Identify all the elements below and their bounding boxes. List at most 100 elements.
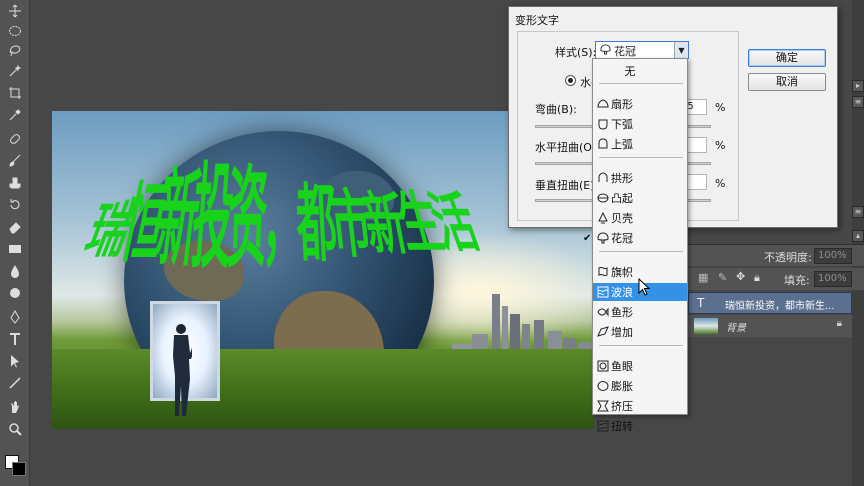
blur-tool-icon[interactable] xyxy=(5,262,25,280)
style-option-bulge[interactable]: 凸起 xyxy=(593,189,687,207)
squeeze-icon xyxy=(597,400,609,412)
cancel-button[interactable]: 取消 xyxy=(748,73,826,91)
grass-field xyxy=(52,349,594,429)
crop-tool-icon[interactable] xyxy=(5,84,25,102)
brush-tool-icon[interactable] xyxy=(5,152,25,170)
style-option-label: 旗帜 xyxy=(611,266,633,279)
dodge-tool-icon[interactable] xyxy=(5,284,25,302)
hand-tool-icon[interactable] xyxy=(5,398,25,416)
style-select[interactable]: 花冠 ▼ xyxy=(595,41,689,59)
stamp-tool-icon[interactable] xyxy=(5,174,25,192)
lock-brush-icon[interactable]: ✎ xyxy=(718,271,727,284)
fish-icon xyxy=(597,306,609,318)
panel-menu-icon[interactable]: ≡ xyxy=(852,206,864,218)
style-option-label: 贝壳 xyxy=(611,212,633,225)
horizontal-radio[interactable] xyxy=(565,75,576,86)
path-select-icon[interactable] xyxy=(5,352,25,370)
style-option-rise[interactable]: 增加 xyxy=(593,323,687,341)
panel-scroll-icon[interactable]: ▴ xyxy=(852,230,864,242)
history-brush-icon[interactable] xyxy=(5,196,25,214)
flag-crown-icon xyxy=(597,232,609,244)
panel-dock-strip xyxy=(852,0,864,486)
twist-icon xyxy=(597,420,609,432)
style-select-value: 花冠 xyxy=(614,45,636,58)
style-option-label: 无 xyxy=(624,65,636,78)
move-tool-icon[interactable] xyxy=(5,2,25,20)
lasso-tool-icon[interactable] xyxy=(5,42,25,60)
gradient-tool-icon[interactable] xyxy=(5,240,25,258)
layer-lock-icon: 🔒︎ xyxy=(836,318,842,329)
flag-icon xyxy=(597,266,609,278)
layers-lock-row: ▦ ✎ ✥ 🔒︎ 填充: 100% xyxy=(688,268,864,290)
style-dropdown-list: 无 扇形下弧上弧拱形凸起贝壳 ✔ 花冠旗帜波浪鱼形增加鱼眼膨胀挤压扭转 xyxy=(583,58,688,433)
style-option-twist[interactable]: 扭转 xyxy=(593,417,687,435)
lock-pixels-icon[interactable]: ▦ xyxy=(698,271,708,284)
tools-panel xyxy=(0,0,30,486)
zoom-tool-icon[interactable] xyxy=(5,420,25,438)
style-label: 样式(S): xyxy=(555,46,597,59)
style-option-upper-arc[interactable]: 上弧 xyxy=(593,135,687,153)
style-option-label: 波浪 xyxy=(611,286,633,299)
lock-position-icon[interactable]: ✥ xyxy=(736,270,745,283)
magic-wand-icon[interactable] xyxy=(5,62,25,80)
expand-icon[interactable]: ≡ xyxy=(852,96,864,108)
vertical-distortion-percent: % xyxy=(715,177,726,190)
style-option-squeeze[interactable]: 挤压 xyxy=(593,397,687,415)
radio-dot xyxy=(568,78,573,83)
ok-button[interactable]: 确定 xyxy=(748,49,826,67)
style-option-fish[interactable]: 鱼形 xyxy=(593,303,687,321)
style-option-shell[interactable]: 贝壳 xyxy=(593,209,687,227)
upper-arc-icon xyxy=(597,138,609,150)
pen-tool-icon[interactable] xyxy=(5,308,25,326)
opacity-label: 不透明度: xyxy=(764,251,812,264)
dropdown-separator xyxy=(599,157,683,158)
mouse-pointer-icon xyxy=(638,278,650,296)
chevron-down-icon[interactable]: ▼ xyxy=(674,42,688,58)
dialog-title: 变形文字 xyxy=(515,14,559,27)
dropdown-separator xyxy=(599,345,683,346)
style-option-arch[interactable]: 拱形 xyxy=(593,169,687,187)
bend-percent: % xyxy=(715,101,726,114)
style-option-label: 扇形 xyxy=(611,98,633,111)
layers-empty-area xyxy=(688,338,852,486)
eraser-tool-icon[interactable] xyxy=(5,218,25,236)
background-color-swatch[interactable] xyxy=(12,462,26,476)
bulge-icon xyxy=(597,192,609,204)
style-option-label: 膨胀 xyxy=(611,380,633,393)
type-tool-icon[interactable] xyxy=(5,330,25,348)
style-option-lower-arc[interactable]: 下弧 xyxy=(593,115,687,133)
fill-label: 填充: xyxy=(784,274,810,287)
healing-brush-icon[interactable] xyxy=(5,130,25,148)
fill-field[interactable]: 100% xyxy=(814,271,852,287)
wave-icon xyxy=(597,286,609,298)
style-option-label: 挤压 xyxy=(611,400,633,413)
lower-arc-icon xyxy=(597,118,609,130)
checkmark-icon: ✔ xyxy=(583,232,592,244)
text-layer-name: 瑞恒新投资，都市新生... xyxy=(725,301,835,312)
collapse-icon[interactable]: ▸ xyxy=(852,80,864,92)
line-tool-icon[interactable] xyxy=(5,374,25,392)
flag-crown-icon xyxy=(600,44,611,55)
photoshop-window: 瑞恒新投资，都市新生活 ▸ ≡ ≡ ▴ 不透明度: 100% ▦ ✎ ✥ 🔒︎ … xyxy=(0,0,864,486)
style-option-none[interactable]: 无 xyxy=(593,62,687,80)
horizontal-distortion-percent: % xyxy=(715,139,726,152)
horizontal-distortion-label: 水平扭曲(O): xyxy=(535,141,600,154)
background-layer-name: 背景 xyxy=(726,323,746,334)
style-option-inflate[interactable]: 膨胀 xyxy=(593,377,687,395)
style-option-fisheye[interactable]: 鱼眼 xyxy=(593,357,687,375)
opacity-field[interactable]: 100% xyxy=(814,248,852,264)
text-layer-icon: T xyxy=(697,296,705,310)
style-option-fan[interactable]: 扇形 xyxy=(593,95,687,113)
marquee-tool-icon[interactable] xyxy=(5,22,25,40)
lock-all-icon[interactable]: 🔒︎ xyxy=(754,271,760,285)
shell-icon xyxy=(597,212,609,224)
arch-icon xyxy=(597,172,609,184)
fan-icon xyxy=(597,98,609,110)
text-layer-row[interactable]: T 瑞恒新投资，都市新生... xyxy=(688,292,852,314)
style-option-label: 增加 xyxy=(611,326,633,339)
eyedropper-icon[interactable] xyxy=(5,106,25,124)
layers-blend-row: 不透明度: 100% xyxy=(688,244,864,266)
bend-label: 弯曲(B): xyxy=(535,103,577,116)
background-layer-row[interactable]: 背景 🔒︎ xyxy=(688,315,852,337)
style-option-flag-crown[interactable]: ✔ 花冠 xyxy=(583,229,687,247)
